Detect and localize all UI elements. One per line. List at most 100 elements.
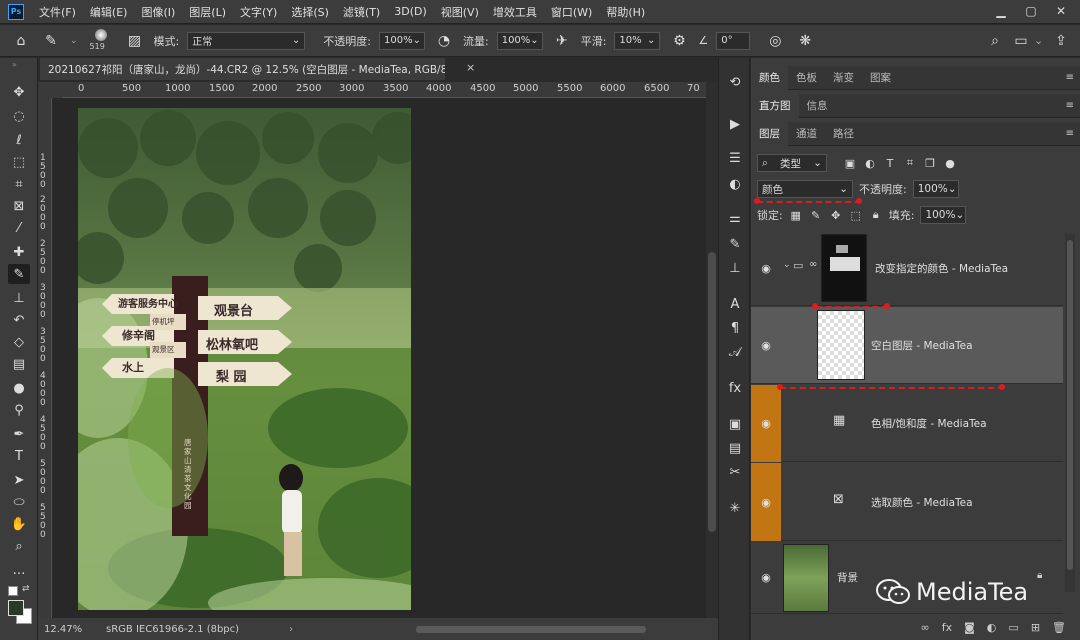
type-tool-icon[interactable]: T <box>8 446 30 466</box>
libraries-icon[interactable]: ▣ <box>724 414 746 434</box>
menu-window[interactable]: 窗口(W) <box>544 4 599 20</box>
pressure-opacity-icon[interactable]: ◔ <box>433 30 455 52</box>
link-icon[interactable]: ∞ <box>921 621 930 634</box>
eye-icon[interactable]: ◉ <box>759 416 773 430</box>
clone-source-icon[interactable]: ⊥ <box>724 258 746 278</box>
eye-icon[interactable]: ◉ <box>759 338 773 352</box>
move-tool-icon[interactable]: ✥ <box>8 82 30 102</box>
object-select-tool-icon[interactable]: ⬚ <box>8 152 30 172</box>
layer-thumbnail[interactable] <box>817 310 865 380</box>
layer-row-adjustment[interactable]: ◉ ▦ 色相/饱和度 - MediaTea <box>751 385 1063 462</box>
layer-row-selected[interactable]: ◉ 空白图层 - MediaTea <box>751 307 1063 384</box>
notes-icon[interactable]: ▤ <box>724 438 746 458</box>
tab-paths[interactable]: 路径 <box>825 122 862 146</box>
menu-image[interactable]: 图像(I) <box>134 4 182 20</box>
panel-menu-icon[interactable]: ≡ <box>1066 128 1074 139</box>
eyedropper-tool-icon[interactable]: ⁄ <box>8 218 30 238</box>
filter-pixel-icon[interactable]: ▣ <box>843 157 857 170</box>
menu-3d[interactable]: 3D(D) <box>387 5 434 18</box>
gradient-tool-icon[interactable]: ▤ <box>8 354 30 374</box>
styles-icon[interactable]: fx <box>724 378 746 398</box>
3d-icon[interactable]: ✳ <box>724 498 746 518</box>
tab-histogram[interactable]: 直方图 <box>751 93 799 118</box>
document-photo[interactable]: 游客服务中心 修辛阁 水上 观景台 松林氧吧 梨 园 停机坪 观景区 唐家山清茶… <box>78 108 411 610</box>
paragraph-icon[interactable]: ¶ <box>724 318 746 338</box>
minimize-button[interactable]: ▁ <box>988 2 1014 20</box>
pen-tool-icon[interactable]: ✒ <box>8 424 30 444</box>
properties-icon[interactable]: ⚌ <box>724 208 746 228</box>
fill-input[interactable]: 100% ⌄ <box>920 206 967 224</box>
crop-tool-icon[interactable]: ⌗ <box>8 174 30 194</box>
layer-thumbnail[interactable] <box>783 544 829 612</box>
mode-select[interactable]: 正常 ⌄ <box>187 31 306 50</box>
lock-position-icon[interactable]: ✥ <box>829 209 843 222</box>
smoothing-input[interactable]: 10% ⌄ <box>614 31 661 50</box>
filter-adjustment-icon[interactable]: ◐ <box>863 157 877 170</box>
history-brush-icon[interactable]: ↶ <box>8 310 30 330</box>
eye-icon[interactable]: ◉ <box>759 261 773 275</box>
layers-scrollbar[interactable] <box>1065 234 1075 592</box>
menu-edit[interactable]: 编辑(E) <box>83 4 135 20</box>
menu-type[interactable]: 文字(Y) <box>233 4 284 20</box>
menu-filter[interactable]: 滤镜(T) <box>336 4 387 20</box>
marquee-tool-icon[interactable]: ◌ <box>8 106 30 126</box>
fx-icon[interactable]: fx <box>942 621 952 634</box>
brush-preset-picker[interactable]: 519 <box>86 27 116 55</box>
menu-file[interactable]: 文件(F) <box>32 4 83 20</box>
more-tools-icon[interactable]: … <box>8 560 30 580</box>
pressure-size-icon[interactable]: ◎ <box>764 30 786 52</box>
folder-icon[interactable]: ▭ <box>1008 621 1018 634</box>
angle-input[interactable]: 0° <box>716 31 751 50</box>
horizontal-ruler[interactable]: 0 500 1000 1500 2000 2500 3000 3500 4000… <box>62 82 706 98</box>
maximize-button[interactable]: ▢ <box>1018 2 1044 20</box>
healing-tool-icon[interactable]: ✚ <box>8 242 30 262</box>
path-select-tool-icon[interactable]: ➤ <box>8 470 30 490</box>
adjustment-icon[interactable]: ◐ <box>987 621 997 634</box>
zoom-level[interactable]: 12.47% <box>44 624 94 635</box>
tab-channels[interactable]: 通道 <box>788 122 825 146</box>
tools-preset-icon[interactable]: ✂ <box>724 462 746 482</box>
blur-tool-icon[interactable]: ● <box>8 378 30 398</box>
lock-all-icon[interactable]: 🔒︎ <box>869 208 883 222</box>
panel-menu-icon[interactable]: ≡ <box>1066 100 1074 111</box>
frame-tool-icon[interactable]: ⊠ <box>8 196 30 216</box>
collapse-icon[interactable]: » <box>12 60 17 69</box>
history-icon[interactable]: ⟲ <box>724 72 746 92</box>
mask-icon[interactable]: ◙ <box>964 621 975 634</box>
swap-colors-icon[interactable]: ⇄ <box>22 584 30 594</box>
layer-mask-thumbnail[interactable] <box>821 234 867 302</box>
lock-transparent-icon[interactable]: ▦ <box>789 209 803 222</box>
horizontal-scrollbar-thumb[interactable] <box>416 626 646 633</box>
vertical-ruler[interactable]: 1 5 0 0 2 0 0 0 2 5 0 0 3 0 0 0 3 5 0 0 … <box>38 98 52 618</box>
filter-kind-select[interactable]: ⌕ 类型 ⌄ <box>757 154 827 172</box>
shape-tool-icon[interactable]: ⬭ <box>8 492 30 512</box>
menu-select[interactable]: 选择(S) <box>284 4 336 20</box>
lasso-tool-icon[interactable]: ℓ <box>8 130 30 150</box>
tab-info[interactable]: 信息 <box>799 94 836 118</box>
gear-icon[interactable]: ⚙ <box>668 30 690 52</box>
hand-tool-icon[interactable]: ✋ <box>8 514 30 534</box>
link-icon[interactable]: ∞ <box>809 259 817 270</box>
filter-toggle-icon[interactable]: ● <box>943 157 957 170</box>
flow-input[interactable]: 100% ⌄ <box>496 31 543 50</box>
layer-opacity-input[interactable]: 100% ⌄ <box>912 180 959 198</box>
brush-settings-icon[interactable]: ✎ <box>724 234 746 254</box>
scrollbar-thumb[interactable] <box>1067 240 1073 570</box>
layer-row-adjustment[interactable]: ◉ ⊠ 选取颜色 - MediaTea <box>751 463 1063 541</box>
panel-menu-icon[interactable]: ≡ <box>1066 72 1074 83</box>
tab-color[interactable]: 颜色 <box>751 65 788 90</box>
dodge-tool-icon[interactable]: ⚲ <box>8 400 30 420</box>
chevron-down-icon[interactable]: ⌄ <box>783 260 791 270</box>
menu-help[interactable]: 帮助(H) <box>599 4 652 20</box>
tab-swatches[interactable]: 色板 <box>788 66 825 90</box>
lock-pixels-icon[interactable]: ✎ <box>809 209 823 222</box>
tab-gradients[interactable]: 渐变 <box>825 66 862 90</box>
eraser-tool-icon[interactable]: ◇ <box>8 332 30 352</box>
blend-mode-select[interactable]: 颜色 ⌄ <box>757 180 853 198</box>
status-arrow-icon[interactable]: › <box>289 624 293 635</box>
color-sampler-icon[interactable]: ◐ <box>724 174 746 194</box>
airbrush-icon[interactable]: ✈ <box>551 30 573 52</box>
brush-tool-icon[interactable]: ✎ <box>40 30 62 52</box>
canvas-vertical-scrollbar[interactable] <box>706 82 718 618</box>
eye-icon[interactable]: ◉ <box>759 495 773 509</box>
